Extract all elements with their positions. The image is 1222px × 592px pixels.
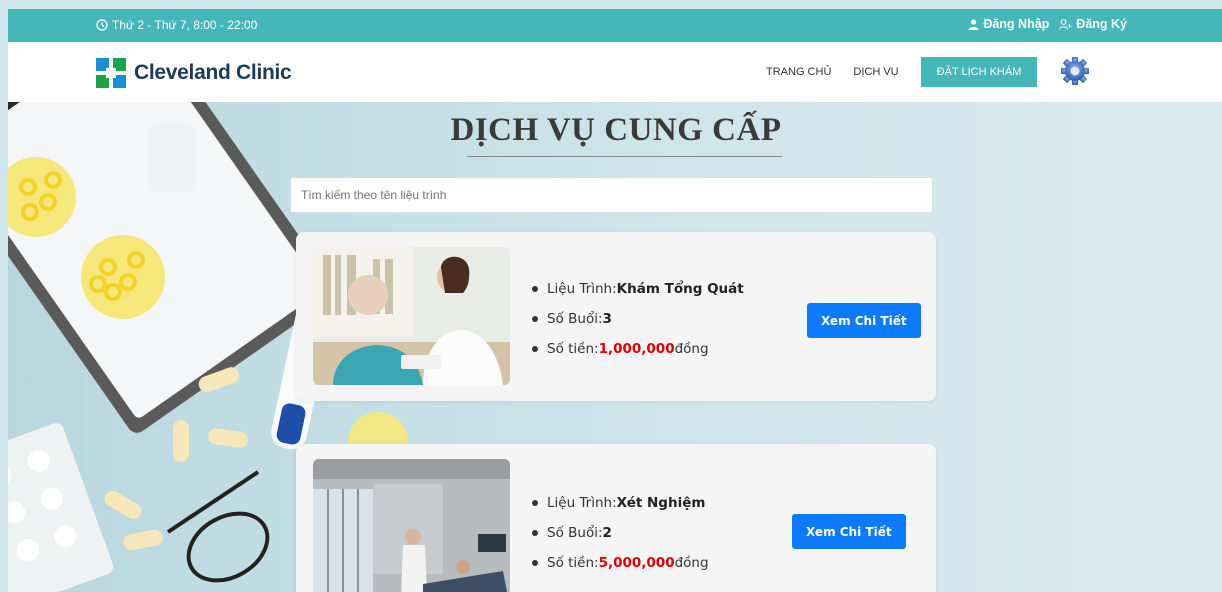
- service-image-lab-test: [313, 459, 510, 592]
- user-plus-icon: [1059, 18, 1072, 30]
- price-label: Số tiền:: [547, 555, 599, 571]
- sessions-value: 2: [602, 525, 612, 541]
- login-link[interactable]: Đăng Nhập: [968, 17, 1049, 31]
- price-label: Số tiền:: [547, 341, 599, 357]
- currency-label: đồng: [674, 555, 709, 571]
- service-sessions-row: Số Buổi: 3: [532, 304, 744, 334]
- sessions-value: 3: [602, 311, 612, 327]
- cleveland-logo-mark: [96, 58, 126, 88]
- auth-links: Đăng Nhập Đăng Ký: [968, 17, 1127, 31]
- register-label: Đăng Ký: [1076, 17, 1127, 31]
- service-price-row: Số tiền: 5,000,000 đồng: [532, 548, 709, 578]
- opening-hours: Thứ 2 - Thứ 7, 8:00 - 22:00: [96, 18, 257, 32]
- service-sessions-row: Số Buổi: 2: [532, 518, 709, 548]
- nav-link-services[interactable]: DỊCH VỤ: [853, 66, 898, 78]
- nav-link-home[interactable]: TRANG CHỦ: [766, 66, 831, 78]
- nav-links: TRANG CHỦ DỊCH VỤ ĐẶT LỊCH KHÁM: [766, 42, 1038, 102]
- book-appointment-button[interactable]: ĐẶT LỊCH KHÁM: [920, 57, 1038, 87]
- opening-hours-text: Thứ 2 - Thứ 7, 8:00 - 22:00: [112, 18, 258, 32]
- price-value: 1,000,000: [598, 341, 675, 357]
- register-link[interactable]: Đăng Ký: [1059, 17, 1127, 31]
- user-icon: [968, 18, 979, 30]
- brand-name: Cleveland Clinic: [134, 61, 292, 84]
- search-input[interactable]: [290, 177, 933, 213]
- clock-icon: [96, 19, 108, 31]
- navbar: Cleveland Clinic TRANG CHỦ DỊCH VỤ ĐẶT L…: [8, 42, 1222, 102]
- course-label: Liệu Trình:: [547, 281, 617, 297]
- page-title: DỊCH VỤ CUNG CẤP: [450, 112, 782, 148]
- course-label: Liệu Trình:: [547, 495, 617, 511]
- view-details-button[interactable]: Xem Chi Tiết: [807, 303, 921, 338]
- login-label: Đăng Nhập: [983, 17, 1050, 31]
- price-value: 5,000,000: [598, 555, 675, 571]
- gear-icon[interactable]: [1060, 56, 1090, 86]
- course-name: Xét Nghiệm: [616, 495, 706, 511]
- sessions-label: Số Buổi:: [547, 311, 603, 327]
- course-name: Khám Tổng Quát: [616, 281, 744, 297]
- service-course-row: Liệu Trình: Khám Tổng Quát: [532, 274, 744, 304]
- title-divider: [467, 156, 782, 157]
- view-details-button[interactable]: Xem Chi Tiết: [792, 514, 906, 549]
- brand-logo[interactable]: Cleveland Clinic: [96, 58, 292, 88]
- service-card: Liệu Trình: Khám Tổng Quát Số Buổi: 3 Số…: [296, 232, 936, 401]
- service-course-row: Liệu Trình: Xét Nghiệm: [532, 488, 709, 518]
- top-info-bar: Thứ 2 - Thứ 7, 8:00 - 22:00 Đăng Nhập Đă…: [8, 9, 1222, 42]
- service-image-general-checkup: [313, 247, 510, 385]
- sessions-label: Số Buổi:: [547, 525, 603, 541]
- service-price-row: Số tiền: 1,000,000 đồng: [532, 334, 744, 364]
- service-info: Liệu Trình: Xét Nghiệm Số Buổi: 2 Số tiề…: [532, 488, 709, 578]
- currency-label: đồng: [674, 341, 709, 357]
- service-info: Liệu Trình: Khám Tổng Quát Số Buổi: 3 Số…: [532, 274, 744, 364]
- service-card: Liệu Trình: Xét Nghiệm Số Buổi: 2 Số tiề…: [296, 444, 936, 592]
